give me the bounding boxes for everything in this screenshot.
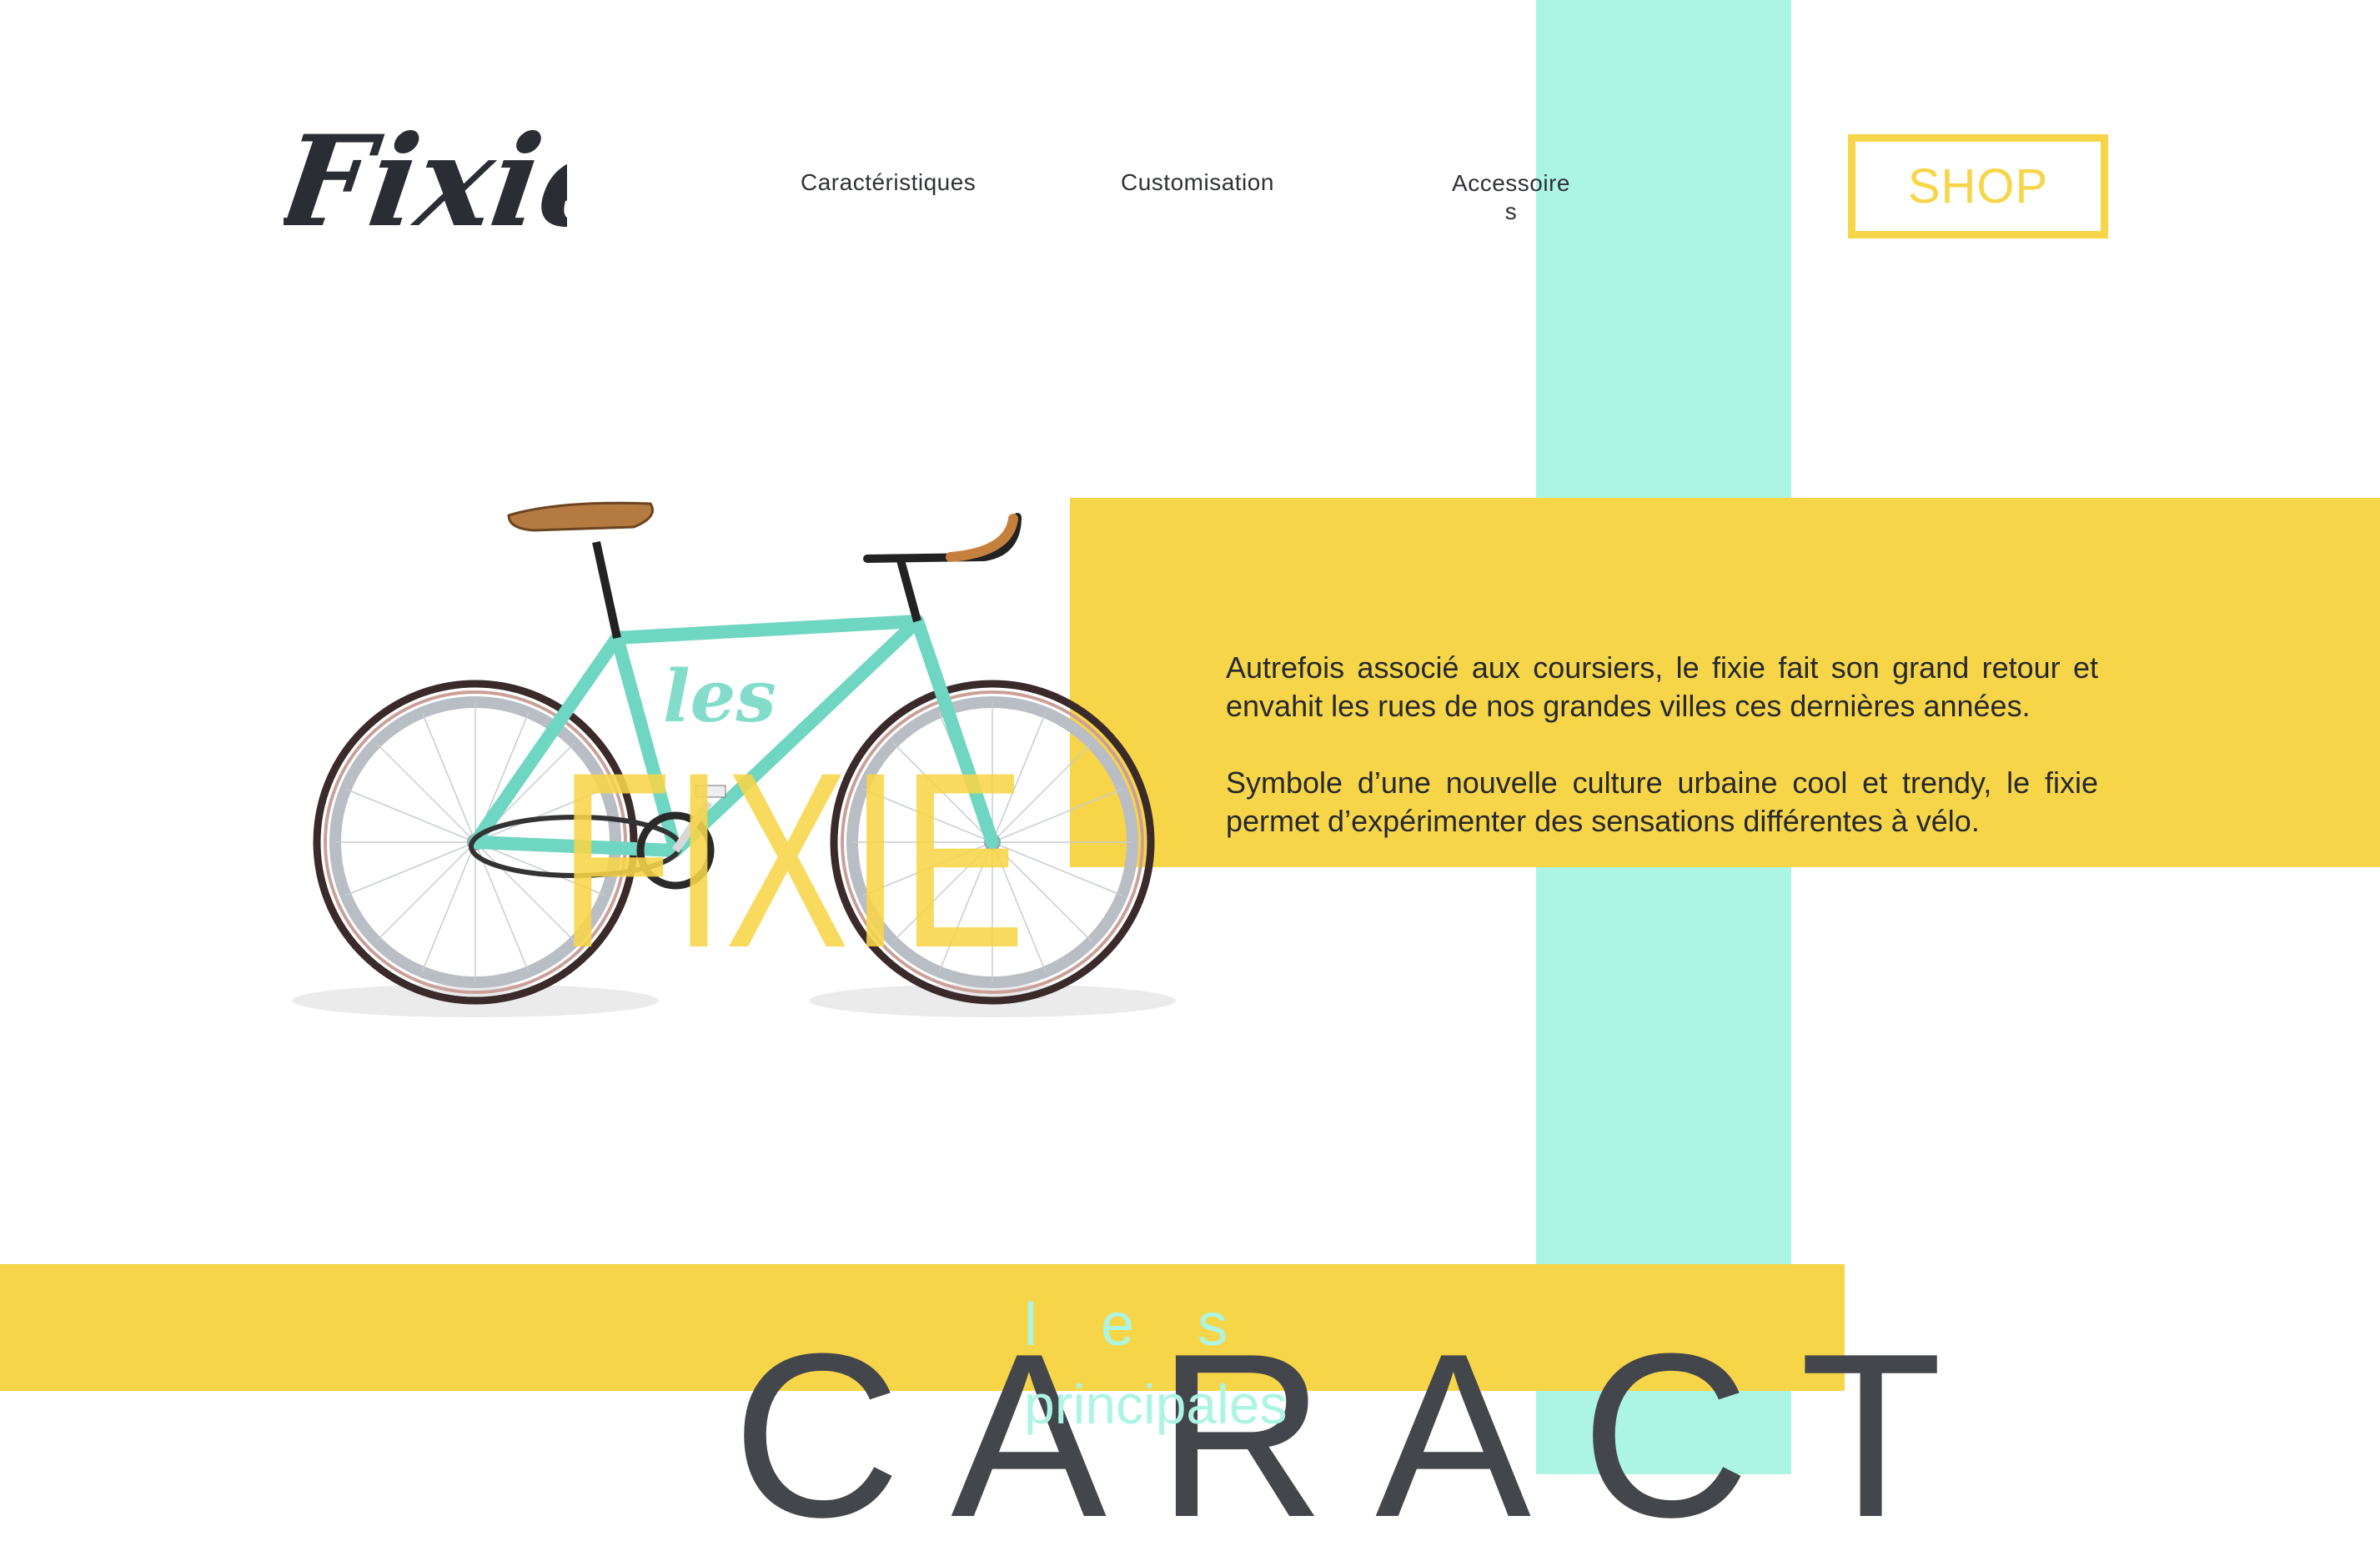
fixie-logo[interactable]: Fixie <box>284 100 567 258</box>
section-heading: CARACT <box>732 1306 1993 1566</box>
hero-description: Autrefois associé aux coursiers, le fixi… <box>1226 649 2098 879</box>
hero-paragraph-2: Symbole d’une nouvelle culture urbaine c… <box>1226 765 2098 838</box>
shop-button-label: SHOP <box>1907 159 2049 213</box>
section-principales: principales <box>1024 1373 1288 1435</box>
shop-button[interactable]: SHOP <box>1848 134 2108 238</box>
fixie-bike-image: les FIXIE <box>292 501 1176 1017</box>
overlay-fixie: FIXIE <box>559 720 1026 1000</box>
hero-paragraph-1: Autrefois associé aux coursiers, le fixi… <box>1226 650 2098 723</box>
nav-link-customisation[interactable]: Customisation <box>1121 169 1274 196</box>
nav-link-accessoires[interactable]: Accessoires <box>1449 169 1573 226</box>
nav-link-caracteristiques[interactable]: Caractéristiques <box>801 169 976 196</box>
fixie-logo-text: Fixie <box>284 108 567 255</box>
